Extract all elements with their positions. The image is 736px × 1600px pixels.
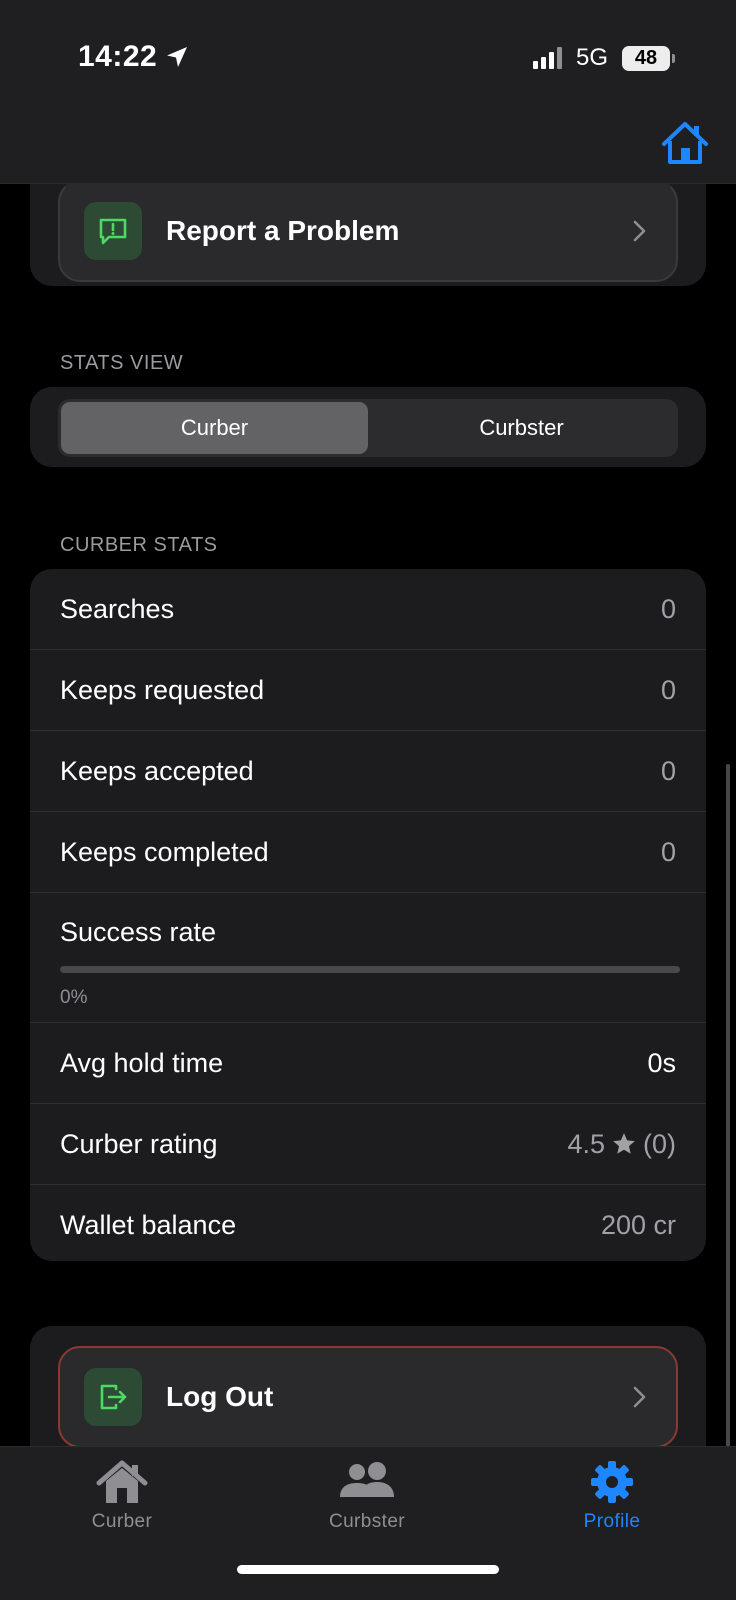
- curber-stats-card: Searches 0 Keeps requested 0 Keeps accep…: [30, 569, 706, 1261]
- stat-row-avg-hold-time: Avg hold time 0s: [30, 1023, 706, 1104]
- stat-row-success-rate: Success rate 0%: [30, 893, 706, 1023]
- stat-label: Keeps requested: [60, 674, 265, 705]
- tab-label: Curber: [91, 1511, 153, 1532]
- stat-label: Curber rating: [60, 1128, 218, 1159]
- stat-row-wallet-balance: Wallet balance 200 cr: [30, 1185, 706, 1266]
- stat-label: Keeps completed: [60, 836, 269, 867]
- top-bar: 14:22 5G 48: [0, 0, 736, 184]
- stat-label: Avg hold time: [60, 1047, 224, 1078]
- stat-value: 200 cr: [600, 1210, 676, 1240]
- success-rate-percent: 0%: [60, 987, 88, 1008]
- stat-label: Searches: [60, 593, 175, 624]
- scrollbar[interactable]: [726, 764, 730, 1454]
- home-icon[interactable]: [660, 120, 710, 166]
- stat-row-keeps-requested: Keeps requested 0: [30, 650, 706, 731]
- stat-row-curber-rating: Curber rating 4.5 (0): [30, 1104, 706, 1185]
- people-icon: [340, 1462, 394, 1497]
- success-rate-progress-bar: [60, 966, 680, 973]
- location-arrow-icon: [167, 47, 188, 67]
- stat-row-keeps-completed: Keeps completed 0: [30, 812, 706, 893]
- stat-row-keeps-accepted: Keeps accepted 0: [30, 731, 706, 812]
- stat-value: 0: [660, 755, 676, 786]
- house-icon: [96, 1460, 148, 1503]
- status-indicators: 5G 48: [532, 44, 675, 72]
- network-label: 5G: [575, 44, 608, 71]
- gear-icon: [591, 1461, 633, 1503]
- stats-view-segmented-control: Curber Curbster: [58, 399, 678, 457]
- logout-icon: [100, 1384, 127, 1410]
- message-alert-icon: [99, 218, 127, 245]
- logout-icon-tile: [84, 1368, 142, 1426]
- stats-view-card: Curber Curbster: [30, 387, 706, 467]
- curber-stats-header: CURBER STATS: [60, 534, 218, 556]
- stat-value: 0: [660, 836, 676, 867]
- logout-label: Log Out: [166, 1381, 274, 1412]
- stat-label: Wallet balance: [60, 1210, 237, 1240]
- segment-curbster[interactable]: Curbster: [368, 402, 675, 454]
- status-time: 14:22: [78, 40, 189, 74]
- stats-view-header: STATS VIEW: [60, 352, 184, 374]
- stat-label: Success rate: [60, 917, 217, 947]
- stat-label: Keeps accepted: [60, 755, 254, 786]
- stat-value: 0: [660, 674, 676, 705]
- rating-count: (0): [643, 1128, 676, 1159]
- tab-bar: Curber Curbster Profile: [0, 1446, 736, 1600]
- report-icon-tile: [84, 202, 142, 260]
- signal-icon: [532, 47, 562, 69]
- tab-curber[interactable]: Curber: [42, 1459, 202, 1533]
- rating-value: 4.5 (0): [567, 1129, 676, 1160]
- stat-value: 0: [660, 593, 676, 624]
- tab-label: Profile: [583, 1511, 641, 1532]
- star-icon: [613, 1133, 635, 1154]
- battery-icon: 48: [622, 45, 675, 71]
- segment-curber[interactable]: Curber: [61, 402, 368, 454]
- logout-button[interactable]: Log Out: [58, 1346, 678, 1448]
- report-problem-button[interactable]: Report a Problem: [58, 180, 678, 282]
- chevron-right-icon: [633, 220, 646, 242]
- stat-row-searches: Searches 0: [30, 569, 706, 650]
- stat-value: 0s: [647, 1047, 676, 1078]
- tab-label: Curbster: [328, 1511, 406, 1532]
- tab-curbster[interactable]: Curbster: [287, 1459, 447, 1533]
- chevron-right-icon: [633, 1386, 646, 1408]
- rating-number: 4.5: [567, 1128, 605, 1159]
- tab-profile[interactable]: Profile: [532, 1459, 692, 1533]
- time-text: 14:22: [78, 40, 158, 73]
- home-indicator[interactable]: [237, 1565, 499, 1574]
- report-label: Report a Problem: [166, 215, 400, 246]
